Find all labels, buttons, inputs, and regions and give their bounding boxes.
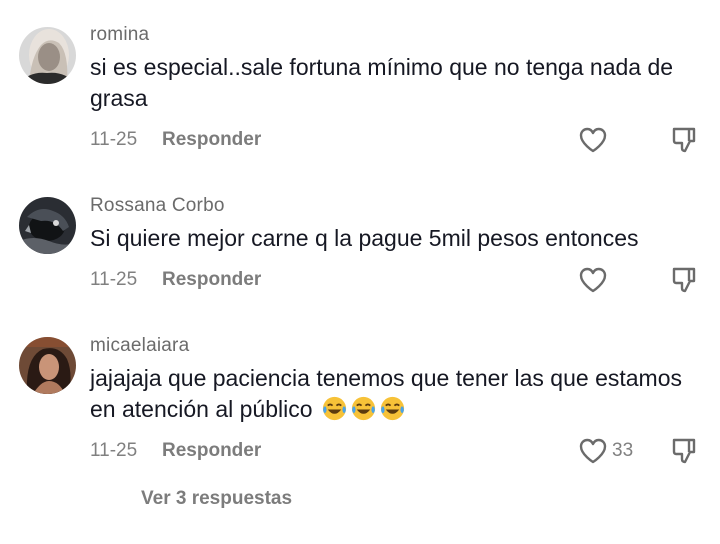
tears-of-joy-emoji <box>380 396 404 421</box>
reply-button[interactable]: Responder <box>162 129 261 151</box>
heart-outline-icon <box>579 267 607 293</box>
thumbs-down-icon <box>672 438 696 464</box>
view-replies-button[interactable]: Ver 3 respuestas <box>141 488 292 510</box>
comment-date: 11-25 <box>90 440 138 461</box>
thumbs-down-icon <box>672 127 696 153</box>
tears-of-joy-emoji-group <box>319 396 406 422</box>
dislike-button[interactable] <box>670 436 700 466</box>
like-button[interactable] <box>578 266 608 294</box>
comment-text: Si quiere mejor carne q la pague 5mil pe… <box>90 225 639 251</box>
comment-username[interactable]: Rossana Corbo <box>90 195 225 217</box>
reply-button[interactable]: Responder <box>162 440 261 462</box>
dislike-button[interactable] <box>670 265 700 295</box>
comment-username[interactable]: micaelaiara <box>90 335 189 357</box>
tears-of-joy-emoji <box>351 396 375 421</box>
reply-button[interactable]: Responder <box>162 269 261 291</box>
heart-outline-icon <box>579 127 607 153</box>
comment-text: si es especial..sale fortuna mínimo que … <box>90 54 674 111</box>
comment-date: 11-25 <box>90 129 138 150</box>
comment-username[interactable]: romina <box>90 24 149 46</box>
comment-text: jajajaja que paciencia tenemos que tener… <box>90 363 700 425</box>
comment-date: 11-25 <box>90 269 138 290</box>
like-button[interactable] <box>578 126 608 154</box>
avatar[interactable] <box>19 27 76 84</box>
avatar[interactable] <box>19 197 76 254</box>
like-button[interactable] <box>578 437 608 465</box>
avatar[interactable] <box>19 337 76 394</box>
like-count: 33 <box>612 440 634 461</box>
dislike-button[interactable] <box>670 125 700 155</box>
heart-outline-icon <box>579 438 607 464</box>
tears-of-joy-emoji <box>322 396 346 421</box>
thumbs-down-icon <box>672 267 696 293</box>
